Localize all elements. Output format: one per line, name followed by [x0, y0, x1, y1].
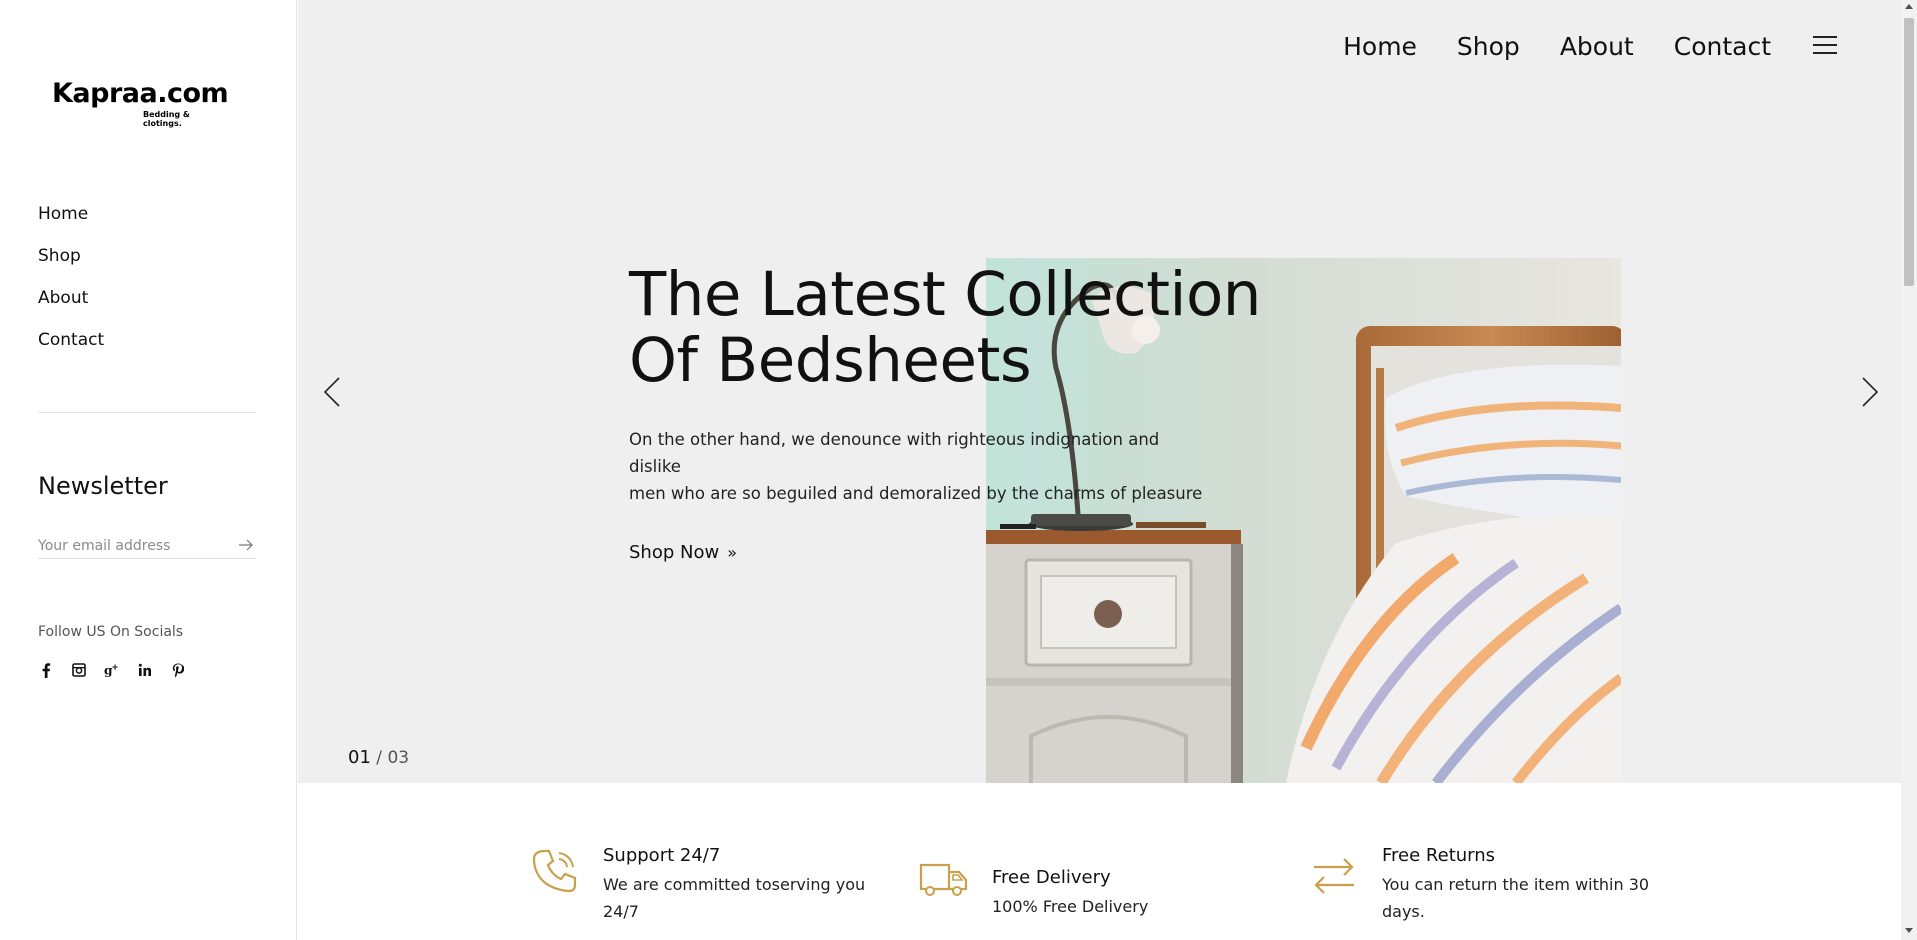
- nav-contact[interactable]: Contact: [1674, 32, 1771, 61]
- next-slide-arrow-icon[interactable]: [1860, 376, 1880, 408]
- feature-support-desc-line-1: We are committed toserving you: [603, 875, 866, 894]
- sidebar: Kapraa.com Bedding & clotings. Home Shop…: [0, 0, 297, 940]
- feature-support-desc: We are committed toserving you 24/7: [603, 871, 865, 925]
- instagram-icon[interactable]: [71, 662, 87, 678]
- newsletter-form: [38, 535, 256, 559]
- feature-delivery-title: Free Delivery: [992, 867, 1111, 888]
- hero-slider: Home Shop About Contact The Latest Colle…: [298, 0, 1901, 783]
- svg-text:+: +: [112, 663, 119, 672]
- features-strip: Support 24/7 We are committed toserving …: [298, 783, 1901, 940]
- slide-current: 01: [348, 747, 371, 768]
- feature-support-desc-line-2: 24/7: [603, 902, 639, 921]
- slide-counter: 01 / 03: [348, 747, 409, 768]
- feature-returns-title: Free Returns: [1382, 845, 1496, 866]
- nav-home[interactable]: Home: [1343, 32, 1417, 61]
- return-arrows-icon: [1314, 858, 1354, 894]
- hamburger-menu-icon[interactable]: [1813, 36, 1837, 56]
- scroll-down-arrow-icon[interactable]: [1905, 928, 1913, 933]
- phone-icon: [532, 849, 577, 893]
- logo-tagline: Bedding & clotings.: [143, 110, 190, 128]
- social-links: g +: [38, 662, 186, 678]
- sidebar-item-contact[interactable]: Contact: [38, 326, 104, 368]
- scrollbar-thumb[interactable]: [1904, 18, 1914, 286]
- feature-returns-desc-line-1: You can return the item within 30: [1382, 875, 1650, 894]
- hero-description: On the other hand, we denounce with righ…: [629, 426, 1209, 507]
- sidebar-divider: [38, 412, 256, 413]
- slide-total: 03: [387, 748, 410, 768]
- nav-about[interactable]: About: [1560, 32, 1634, 61]
- shop-now-button[interactable]: Shop Now »: [629, 542, 737, 563]
- sidebar-nav: Home Shop About Contact: [38, 200, 104, 368]
- truck-icon: [919, 863, 968, 896]
- linkedin-icon[interactable]: [137, 662, 153, 678]
- facebook-icon[interactable]: [38, 662, 54, 678]
- newsletter-title: Newsletter: [38, 472, 168, 500]
- slide-separator: /: [370, 748, 388, 768]
- page: Kapraa.com Bedding & clotings. Home Shop…: [0, 0, 1917, 940]
- logo[interactable]: Kapraa.com Bedding & clotings.: [38, 50, 229, 140]
- hero-headline: The Latest Collection Of Bedsheets: [629, 262, 1261, 394]
- google-plus-icon[interactable]: g +: [104, 662, 120, 678]
- feature-delivery-desc: 100% Free Delivery: [992, 897, 1149, 916]
- scrollbar[interactable]: [1901, 0, 1917, 940]
- top-nav: Home Shop About Contact: [1343, 32, 1771, 61]
- double-chevron-right-icon: »: [727, 543, 737, 562]
- feature-support-title: Support 24/7: [603, 845, 721, 866]
- feature-returns-desc: You can return the item within 30 days.: [1382, 871, 1649, 925]
- sidebar-item-about[interactable]: About: [38, 284, 104, 326]
- logo-name: Kapraa.com: [52, 78, 229, 109]
- hero-headline-line-2: Of Bedsheets: [629, 325, 1032, 396]
- scroll-up-arrow-icon[interactable]: [1905, 4, 1913, 9]
- nav-shop[interactable]: Shop: [1457, 32, 1520, 61]
- submit-arrow-icon[interactable]: [238, 538, 254, 552]
- hero-description-line-2: men who are so beguiled and demoralized …: [629, 484, 1203, 503]
- hero-headline-line-1: The Latest Collection: [629, 259, 1261, 330]
- pinterest-icon[interactable]: [170, 662, 186, 678]
- sidebar-item-home[interactable]: Home: [38, 200, 104, 242]
- feature-returns-desc-line-2: days.: [1382, 902, 1425, 921]
- email-field[interactable]: [38, 535, 228, 557]
- shop-now-label: Shop Now: [629, 542, 720, 563]
- hero-description-line-1: On the other hand, we denounce with righ…: [629, 430, 1160, 476]
- sidebar-item-shop[interactable]: Shop: [38, 242, 104, 284]
- follow-label: Follow US On Socials: [38, 624, 184, 640]
- prev-slide-arrow-icon[interactable]: [322, 376, 342, 408]
